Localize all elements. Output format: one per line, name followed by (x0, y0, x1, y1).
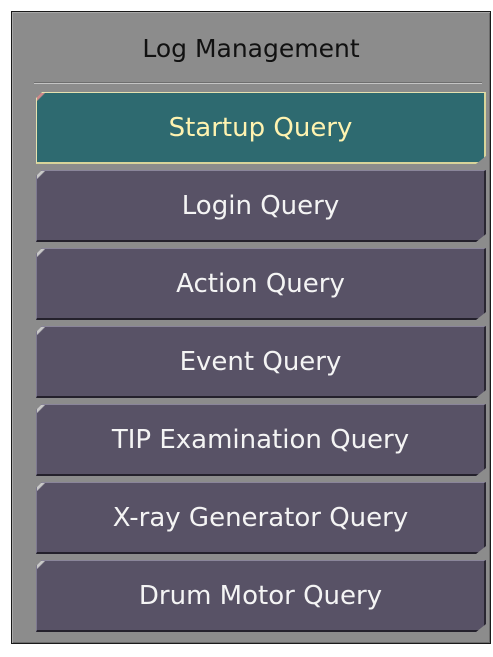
drum-motor-query-button[interactable]: Drum Motor Query (36, 560, 486, 632)
login-query-button[interactable]: Login Query (36, 170, 486, 242)
x-ray-generator-query-label: X-ray Generator Query (112, 502, 409, 533)
title-divider (34, 82, 482, 84)
startup-query-button[interactable]: Startup Query (36, 92, 486, 164)
action-query-label: Action Query (176, 268, 345, 299)
action-query-button[interactable]: Action Query (36, 248, 486, 320)
drum-motor-query-label: Drum Motor Query (138, 580, 383, 611)
tip-examination-query-label: TIP Examination Query (111, 424, 410, 455)
tip-examination-query-button[interactable]: TIP Examination Query (36, 404, 486, 476)
query-menu: Startup Query Login Query Action Query E… (36, 92, 486, 638)
startup-query-label: Startup Query (168, 112, 353, 143)
panel-title: Log Management (142, 34, 360, 63)
event-query-label: Event Query (179, 346, 342, 377)
login-query-label: Login Query (181, 190, 340, 221)
x-ray-generator-query-button[interactable]: X-ray Generator Query (36, 482, 486, 554)
log-management-panel: Log Management Startup Query Login Query… (11, 11, 491, 644)
event-query-button[interactable]: Event Query (36, 326, 486, 398)
